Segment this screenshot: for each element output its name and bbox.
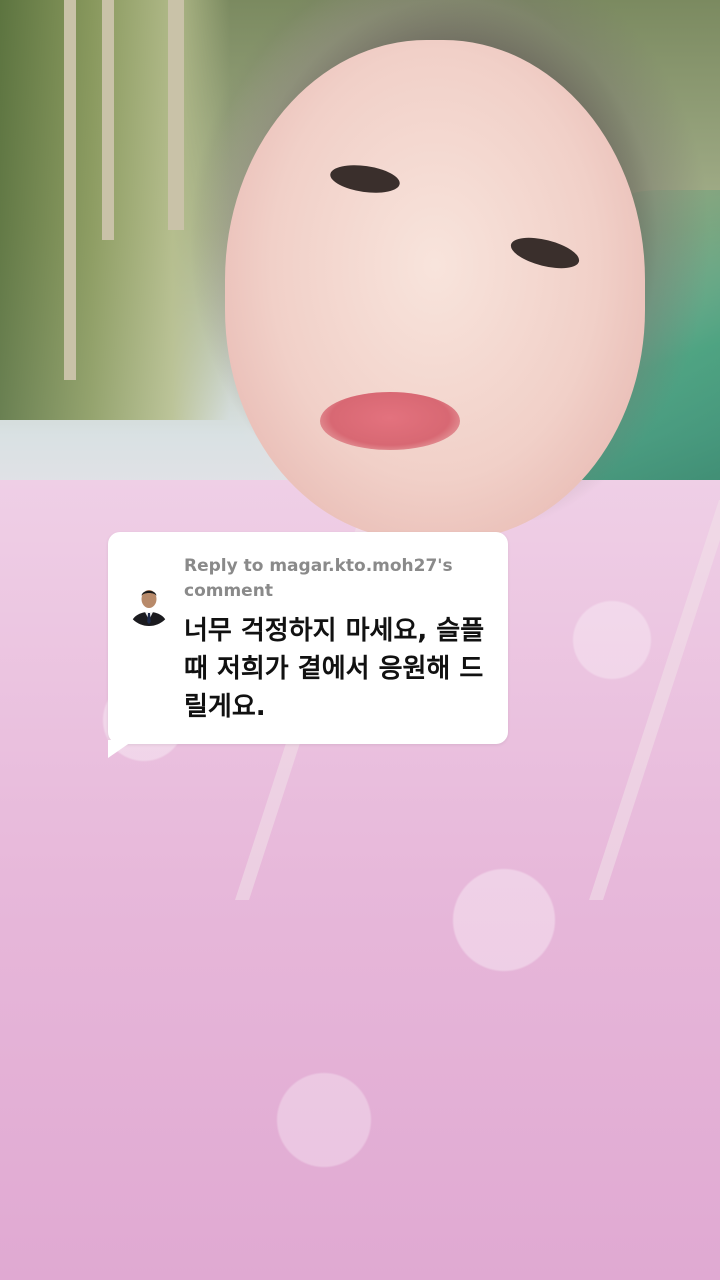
face xyxy=(225,40,645,540)
commenter-avatar[interactable] xyxy=(126,580,172,626)
sticker-tail xyxy=(108,740,134,758)
tree-trunk xyxy=(102,0,114,240)
lips xyxy=(320,392,460,450)
tree-trunk xyxy=(64,0,76,380)
comment-text: 너무 걱정하지 마세요, 슬플 때 저희가 곁에서 응원해 드릴게요. xyxy=(184,616,485,722)
person-in-suit-avatar-icon xyxy=(126,580,172,626)
reply-to-label: Reply to magar.kto.moh27's comment xyxy=(184,556,453,601)
reply-comment-sticker[interactable]: Reply to magar.kto.moh27's comment 너무 걱정… xyxy=(108,532,508,744)
